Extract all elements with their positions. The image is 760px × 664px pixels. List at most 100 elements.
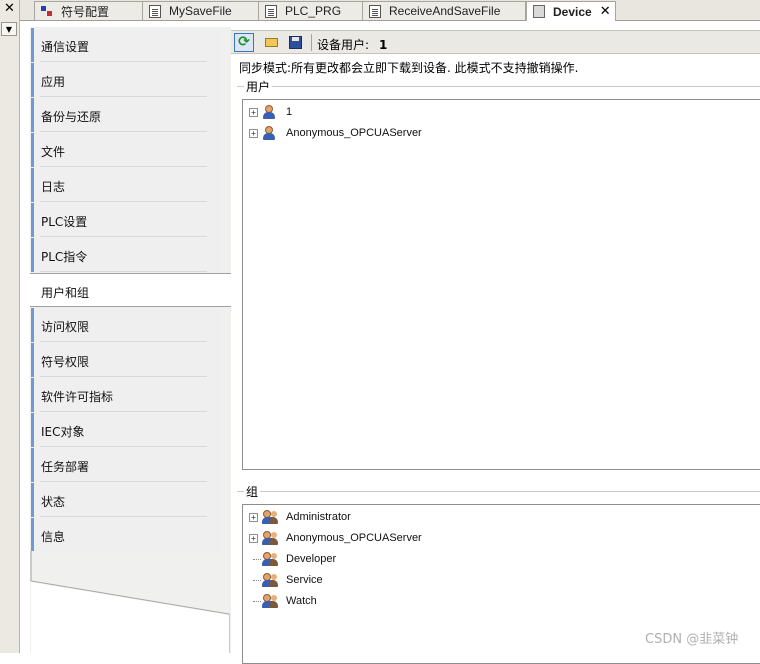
group-name: Developer bbox=[286, 553, 337, 565]
nav-item-label: IEC对象 bbox=[41, 425, 85, 439]
save-icon[interactable] bbox=[286, 33, 306, 52]
nav-item-label: 访问权限 bbox=[41, 320, 90, 334]
tab-label: 符号配置 bbox=[61, 4, 110, 19]
users-groups-editor: ⟳ 设备用户: 1 同步模式:所有更改都会立即下载到设备. 此模式不支持撤销操作.… bbox=[231, 21, 760, 664]
expand-icon[interactable]: + bbox=[249, 107, 258, 117]
nav-item-license-metrics[interactable]: 软件许可指标 bbox=[31, 378, 221, 412]
nav-item-label: 符号权限 bbox=[41, 355, 90, 369]
nav-item-users-groups[interactable]: 用户和组 bbox=[30, 273, 235, 307]
tree-connector bbox=[249, 576, 261, 585]
nav-panel-bottom-fold bbox=[30, 551, 231, 653]
dropdown-arrow-icon[interactable]: ▼ bbox=[1, 22, 17, 36]
refresh-icon[interactable]: ⟳ bbox=[234, 33, 254, 52]
close-tab-icon[interactable]: ✕ bbox=[600, 4, 611, 19]
group-name: Service bbox=[286, 574, 323, 586]
nav-item-label: 备份与还原 bbox=[41, 110, 102, 124]
nav-item-label: 日志 bbox=[41, 180, 66, 194]
watermark: CSDN @韭菜钟 bbox=[645, 632, 739, 647]
expand-icon[interactable]: + bbox=[249, 512, 258, 522]
sync-mode-message: 同步模式:所有更改都会立即下载到设备. 此模式不支持撤销操作. bbox=[239, 61, 579, 75]
tree-connector bbox=[249, 597, 261, 606]
nav-item-information[interactable]: 信息 bbox=[31, 518, 221, 552]
users-section-title: 用户 bbox=[244, 78, 273, 95]
nav-item-access-rights[interactable]: 访问权限 bbox=[31, 308, 221, 342]
nav-item-plc-settings[interactable]: PLC设置 bbox=[31, 203, 221, 237]
group-name: Administrator bbox=[286, 511, 351, 523]
close-panel-icon[interactable]: ✕ bbox=[2, 2, 17, 16]
device-user-readout: 设备用户: 1 bbox=[317, 36, 387, 53]
expand-icon[interactable]: + bbox=[249, 128, 258, 138]
nav-item-comm-settings[interactable]: 通信设置 bbox=[31, 28, 221, 62]
group-tree-item[interactable]: + Administrator bbox=[249, 508, 351, 526]
user-name: 1 bbox=[286, 106, 293, 118]
divider bbox=[40, 61, 207, 62]
divider bbox=[40, 516, 207, 517]
group-icon bbox=[262, 572, 279, 588]
divider bbox=[40, 201, 207, 202]
editor-tab-bar: 符号配置 MySaveFile PLC_PRG ReceiveAndSaveFi… bbox=[20, 0, 760, 21]
divider bbox=[40, 131, 207, 132]
group-icon bbox=[262, 509, 279, 525]
nav-item-log[interactable]: 日志 bbox=[31, 168, 221, 202]
expand-icon[interactable]: + bbox=[249, 533, 258, 543]
section-divider bbox=[237, 86, 760, 87]
divider bbox=[40, 411, 207, 412]
tab-receiveandsavefile[interactable]: ReceiveAndSaveFile bbox=[362, 1, 526, 20]
group-tree-item[interactable]: + Anonymous_OPCUAServer bbox=[249, 529, 422, 547]
open-folder-icon[interactable] bbox=[262, 33, 282, 52]
nav-item-label: PLC设置 bbox=[41, 215, 88, 229]
groups-section-title: 组 bbox=[244, 483, 261, 500]
nav-item-task-deployment[interactable]: 任务部署 bbox=[31, 448, 221, 482]
users-tree[interactable]: + 1 + Anonymous_OPCUAServer bbox=[242, 99, 760, 470]
document-icon bbox=[369, 4, 381, 18]
nav-item-status[interactable]: 状态 bbox=[31, 483, 221, 517]
tree-connector bbox=[249, 555, 261, 564]
nav-item-application[interactable]: 应用 bbox=[31, 63, 221, 97]
group-tree-item[interactable]: Service bbox=[249, 571, 323, 589]
tab-device[interactable]: Device ✕ bbox=[526, 1, 616, 21]
tab-label: ReceiveAndSaveFile bbox=[389, 4, 501, 18]
tab-mysavefile[interactable]: MySaveFile bbox=[142, 1, 260, 20]
nav-item-label: 应用 bbox=[41, 75, 66, 89]
divider bbox=[40, 166, 207, 167]
nav-item-plc-commands[interactable]: PLC指令 bbox=[31, 238, 221, 272]
user-tree-item[interactable]: + Anonymous_OPCUAServer bbox=[249, 124, 422, 142]
toolbar-separator bbox=[311, 34, 312, 51]
nav-item-label: 软件许可指标 bbox=[41, 390, 114, 404]
group-icon bbox=[262, 551, 279, 567]
nav-item-symbol-rights[interactable]: 符号权限 bbox=[31, 343, 221, 377]
tab-plc-prg[interactable]: PLC_PRG bbox=[258, 1, 364, 20]
nav-item-iec-objects[interactable]: IEC对象 bbox=[31, 413, 221, 447]
group-icon bbox=[262, 530, 279, 546]
device-icon bbox=[533, 5, 545, 18]
tab-symbol-config[interactable]: 符号配置 bbox=[34, 1, 144, 20]
nav-item-label: 用户和组 bbox=[41, 286, 90, 300]
divider bbox=[40, 96, 207, 97]
section-divider bbox=[237, 491, 760, 492]
user-tree-item[interactable]: + 1 bbox=[249, 103, 292, 121]
users-toolbar: ⟳ 设备用户: 1 bbox=[231, 30, 760, 54]
group-tree-item[interactable]: Developer bbox=[249, 550, 336, 568]
divider bbox=[40, 376, 207, 377]
device-settings-nav: 通信设置 应用 备份与还原 文件 日志 PLC设置 PLC指令 用户和组 访问权… bbox=[20, 21, 237, 653]
group-name: Anonymous_OPCUAServer bbox=[286, 532, 422, 544]
device-user-label: 设备用户: bbox=[317, 38, 370, 52]
tab-label: PLC_PRG bbox=[285, 4, 342, 18]
group-name: Watch bbox=[286, 595, 317, 607]
left-strip: ✕ ▼ bbox=[0, 0, 20, 653]
nav-item-backup-restore[interactable]: 备份与还原 bbox=[31, 98, 221, 132]
tab-label: MySaveFile bbox=[169, 4, 232, 18]
symbol-config-icon bbox=[41, 5, 53, 18]
nav-item-files[interactable]: 文件 bbox=[31, 133, 221, 167]
nav-item-label: 状态 bbox=[41, 495, 66, 509]
device-user-value: 1 bbox=[379, 38, 388, 52]
divider bbox=[40, 341, 207, 342]
group-tree-item[interactable]: Watch bbox=[249, 592, 317, 610]
tab-label: Device bbox=[553, 4, 592, 19]
divider bbox=[40, 236, 207, 237]
divider bbox=[40, 446, 207, 447]
user-name: Anonymous_OPCUAServer bbox=[286, 127, 422, 139]
document-icon bbox=[265, 4, 277, 18]
nav-item-label: 文件 bbox=[41, 145, 66, 159]
user-icon bbox=[262, 104, 276, 120]
